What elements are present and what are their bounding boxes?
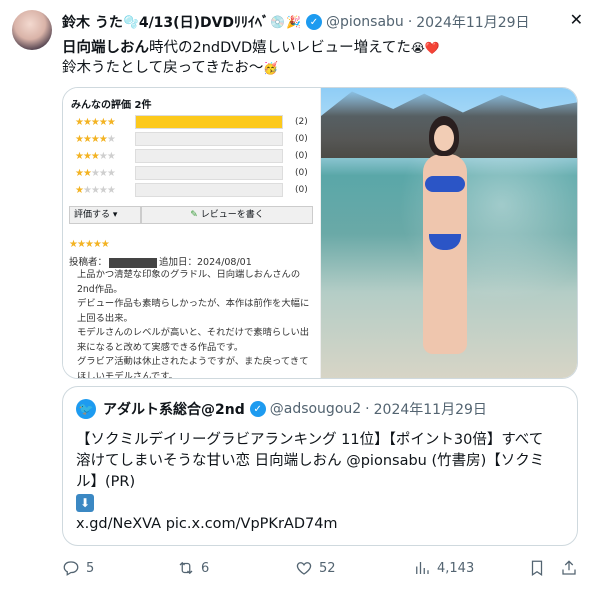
rating-row-stars: ★★★★★ — [75, 116, 116, 128]
rate-button: 評価する ▾ — [69, 206, 141, 224]
author-handle[interactable]: @pionsabu — [326, 14, 404, 30]
party-emoji-icon: 🎉 — [286, 15, 301, 29]
rating-row-stars: ★★★★★ — [75, 167, 116, 179]
rating-row: ★★★★★ (0) — [75, 165, 313, 181]
redacted-poster-name — [109, 257, 158, 268]
model-face — [434, 125, 454, 151]
rating-row: ★★★★★ (0) — [75, 182, 313, 198]
author-avatar[interactable] — [12, 10, 52, 50]
quoted-line: 【ソクミルデイリーグラビアランキング 11位】【ポイント30倍】すべて — [76, 432, 544, 448]
share-button[interactable] — [560, 559, 584, 577]
heart-emoji-icon: ❤️ — [424, 41, 440, 55]
crying-emoji-icon: 😭 — [410, 41, 425, 55]
beach-photo[interactable] — [321, 88, 577, 378]
rating-bar — [135, 132, 283, 146]
rating-row-stars: ★★★★★ — [75, 133, 116, 145]
review-stars: ★★★★★ — [69, 239, 110, 250]
quoted-header: アダルト系総合@2nd ✓ @adsougou2 · 2024年11月29日 — [103, 399, 487, 419]
review-body: 上品かつ清楚な印象のグラドル、日向端しおんさんの 2nd作品。 デビュー作品も素… — [77, 268, 315, 379]
bikini-top — [425, 176, 465, 192]
verified-badge-icon: ✓ — [305, 14, 322, 30]
bookmark-button[interactable] — [528, 559, 552, 577]
views-count: 4,143 — [437, 560, 475, 576]
tweet-text: 日向端しおん時代の2ndDVD嬉しいレビュー増えてた😭❤️ 鈴木うたとして戻って… — [62, 38, 582, 78]
quoted-line: 溶けてしまいそうな甘い恋 日向端しおん @pionsabu (竹書房)【ソクミ — [76, 453, 545, 469]
rating-count: (0) — [295, 151, 308, 161]
heart-icon — [296, 562, 312, 575]
quoted-handle[interactable]: @adsougou2 — [270, 401, 361, 417]
bookmark-icon — [531, 560, 543, 576]
reply-button[interactable]: 5 — [62, 559, 94, 577]
tweet-header: 鈴木 うた 🫧 4/13(日)DVDﾘﾘｲﾍﾞ 💿 🎉 ✓ @pionsabu … — [62, 10, 583, 32]
reply-count: 5 — [86, 560, 95, 576]
views-button[interactable]: 4,143 — [413, 559, 474, 577]
twitter-bird-avatar-icon[interactable]: 🐦 — [76, 399, 96, 419]
quoted-links[interactable]: x.gd/NeXVA pic.x.com/VpPKrAD74m — [76, 514, 568, 535]
review-body-line: 上回る出来。 — [77, 312, 133, 324]
review-meta: 投稿者： 追加日：2024/08/01 — [69, 254, 252, 268]
rating-row-stars: ★★★★★ — [75, 184, 116, 196]
views-chart-icon — [416, 562, 429, 574]
like-button[interactable]: 52 — [295, 559, 336, 577]
rating-row-stars: ★★★★★ — [75, 150, 116, 162]
repost-count: 6 — [201, 560, 210, 576]
quoted-text: 【ソクミルデイリーグラビアランキング 11位】【ポイント30倍】すべて 溶けてし… — [76, 430, 568, 535]
tweet-date[interactable]: 2024年11月29日 — [416, 12, 529, 32]
author-name-suffix[interactable]: 4/13(日)DVDﾘﾘｲﾍﾞ — [139, 12, 269, 32]
added-date: 追加日：2024/08/01 — [159, 257, 252, 268]
share-icon — [562, 560, 576, 575]
verified-badge-icon: ✓ — [249, 401, 266, 417]
action-bar: 5 6 52 4,143 — [62, 559, 582, 579]
party-face-emoji-icon: 🥳 — [263, 61, 279, 75]
quoted-line: ル】(PR) — [76, 474, 136, 490]
poster-label: 投稿者： — [69, 257, 108, 268]
tweet-media[interactable]: みんなの評価 2件 ★★★★★ (2) ★★★★★ (0) ★★★★★ (0) ★★★★★ (… — [62, 87, 578, 379]
rating-bar — [135, 166, 283, 180]
bubbles-emoji-icon: 🫧 — [123, 15, 139, 29]
rating-count: (0) — [295, 168, 308, 178]
review-body-line: グラビア活動は休止されたようですが、また戻ってきて — [77, 356, 309, 367]
review-body-line: 来になると改めて実感できる作品です。 — [77, 341, 244, 353]
close-icon[interactable]: ✕ — [570, 10, 583, 29]
rating-row: ★★★★★ (0) — [75, 131, 313, 147]
review-body-line: 2nd作品。 — [77, 283, 123, 295]
disc-emoji-icon: 💿 — [270, 15, 285, 29]
quoted-author-name[interactable]: アダルト系総合@2nd — [103, 399, 245, 419]
quoted-tweet[interactable]: 🐦 アダルト系総合@2nd ✓ @adsougou2 · 2024年11月29日… — [62, 386, 578, 546]
review-body-line: ほしいモデルさんです。 — [77, 370, 178, 379]
model-figure — [413, 116, 477, 376]
rating-row: ★★★★★ (0) — [75, 148, 313, 164]
review-body-line: 上品かつ清楚な印象のグラドル、日向端しおんさんの — [77, 269, 301, 280]
review-body-line: デビュー作品も素晴らしかったが、本作は前作を大幅に — [77, 298, 310, 309]
review-title: みんなの評価 2件 — [71, 100, 152, 111]
rating-row: ★★★★★ (2) — [75, 114, 313, 130]
rating-bar — [135, 149, 283, 163]
down-arrow-icon: ⬇ — [76, 494, 94, 512]
review-body-line: モデルさんのレベルが高いと、それだけで素晴らしい出 — [77, 327, 310, 338]
like-count: 52 — [319, 560, 336, 576]
rating-bar — [135, 115, 283, 129]
review-screenshot[interactable]: みんなの評価 2件 ★★★★★ (2) ★★★★★ (0) ★★★★★ (0) ★★★★★ (… — [63, 88, 321, 379]
tweet-text-bold: 日向端しおん — [62, 40, 149, 56]
quoted-date[interactable]: 2024年11月29日 — [374, 399, 487, 419]
write-review-label: レビューを書く — [200, 210, 264, 220]
tweet-text-line2: 鈴木うたとして戻ってきたお〜 — [62, 60, 264, 76]
rating-bar-fill — [136, 116, 282, 128]
pencil-icon: ✎ — [190, 210, 198, 220]
header-separator: · — [407, 14, 413, 30]
author-name[interactable]: 鈴木 うた — [62, 12, 123, 32]
rating-bar — [135, 183, 283, 197]
reply-icon — [63, 561, 79, 576]
quoted-separator: · — [365, 401, 370, 417]
rating-count: (0) — [295, 185, 308, 195]
rating-count: (0) — [295, 134, 308, 144]
rating-count: (2) — [295, 117, 308, 127]
repost-icon — [179, 561, 193, 575]
tweet-text-line1: 時代の2ndDVD嬉しいレビュー増えてた — [149, 40, 411, 56]
repost-button[interactable]: 6 — [177, 559, 209, 577]
write-review-button: ✎ レビューを書く — [141, 206, 313, 224]
